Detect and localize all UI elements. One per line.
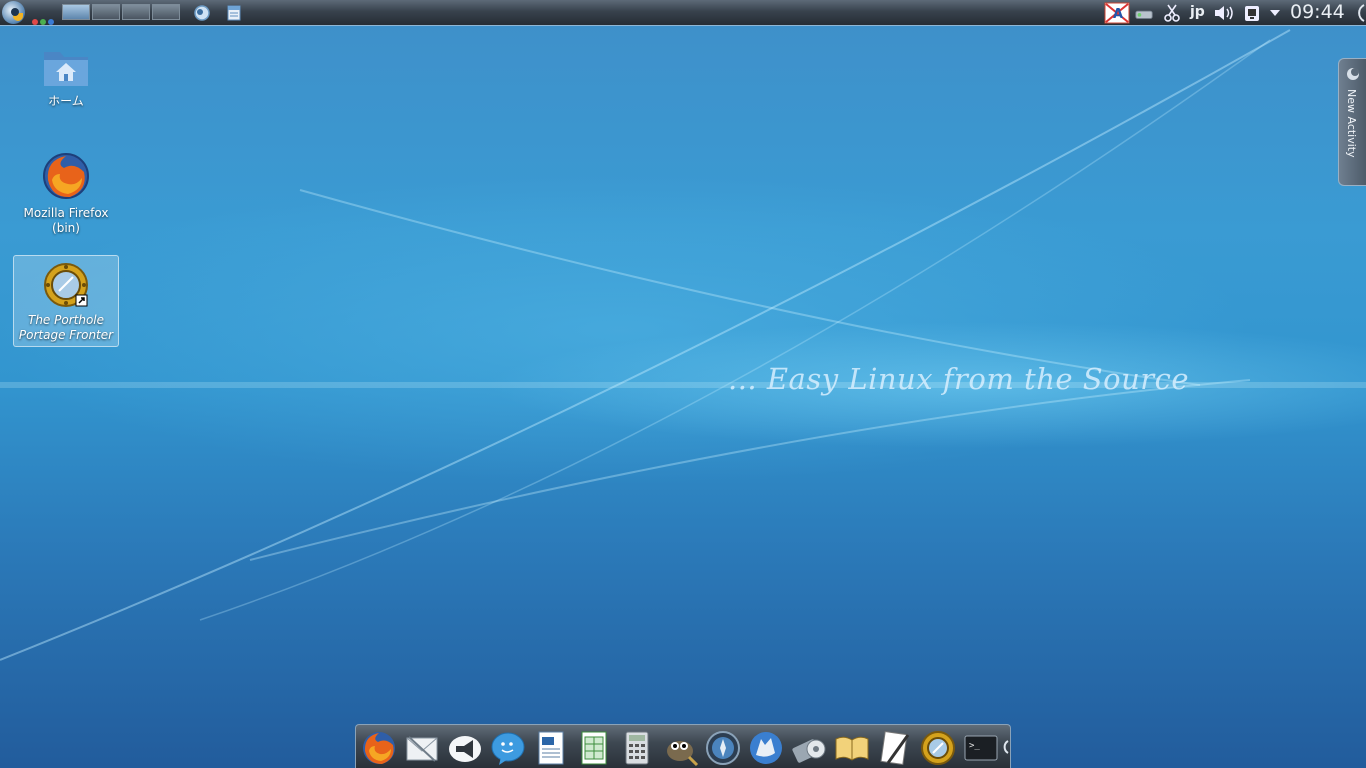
gimp-icon[interactable] xyxy=(661,729,699,767)
top-panel: A jp 09:44 xyxy=(0,0,1366,26)
red-dot-icon xyxy=(32,19,38,25)
porthole-icon[interactable] xyxy=(919,729,957,767)
mail-icon[interactable] xyxy=(403,729,441,767)
svg-text:A: A xyxy=(1113,7,1123,22)
desktop-1[interactable] xyxy=(62,4,90,20)
green-dot-icon xyxy=(40,19,46,25)
blue-dot-icon xyxy=(48,19,54,25)
firefox-icon xyxy=(43,153,89,199)
firefox-icon[interactable] xyxy=(360,729,398,767)
notes-icon[interactable] xyxy=(224,3,244,23)
virtual-desktop-pager[interactable] xyxy=(62,4,180,20)
chat-icon[interactable] xyxy=(489,729,527,767)
volume-icon[interactable] xyxy=(1213,3,1237,23)
desktop-2[interactable] xyxy=(92,4,120,20)
desktop-3[interactable] xyxy=(122,4,150,20)
desktop-icon-label: ホーム xyxy=(48,94,84,108)
new-activity-label: New Activity xyxy=(1345,89,1358,158)
compass-icon[interactable] xyxy=(704,729,742,767)
terminal-icon[interactable]: >_ xyxy=(962,729,1000,767)
porthole-icon xyxy=(44,263,88,307)
text-editor-icon[interactable] xyxy=(876,729,914,767)
desktop-4[interactable] xyxy=(152,4,180,20)
network-icon[interactable] xyxy=(1134,3,1154,23)
desktop-icon-porthole[interactable]: The Porthole Portage Fronter xyxy=(13,255,119,347)
expand-tray-icon[interactable] xyxy=(1268,5,1282,21)
dock-toolbox-icon[interactable] xyxy=(998,739,1010,755)
desktop-icon-home[interactable]: ホーム xyxy=(13,44,119,112)
media-player-icon[interactable] xyxy=(790,729,828,767)
home-folder-icon xyxy=(44,52,88,86)
desktop-icon-label-2: Portage Fronter xyxy=(18,328,114,342)
sabayon-icon[interactable] xyxy=(192,3,212,23)
window-control-dots[interactable] xyxy=(32,10,56,29)
desktop-icon-label-2: (bin) xyxy=(52,221,80,235)
calc-spreadsheet-icon[interactable] xyxy=(575,729,613,767)
announce-megaphone-icon[interactable] xyxy=(446,729,484,767)
input-method-indicator[interactable]: jp xyxy=(1190,4,1205,20)
panel-toolbox-icon[interactable] xyxy=(1350,3,1366,23)
writer-document-icon[interactable] xyxy=(532,729,570,767)
kopete-wolf-icon[interactable] xyxy=(747,729,785,767)
wallpaper-tagline: ... Easy Linux from the Source xyxy=(728,362,1190,396)
desktop-icon-firefox[interactable]: Mozilla Firefox (bin) xyxy=(13,150,119,236)
klipper-scissors-icon[interactable] xyxy=(1162,3,1182,23)
application-dock: >_ xyxy=(355,724,1011,768)
desktop-icon-label: Mozilla Firefox xyxy=(23,206,109,220)
dictionary-book-icon[interactable] xyxy=(833,729,871,767)
sabayon-kmenu-icon[interactable] xyxy=(2,1,25,24)
language-indicator-icon[interactable]: A xyxy=(1104,2,1130,24)
new-activity-tab[interactable]: New Activity xyxy=(1338,58,1366,186)
clock[interactable]: 09:44 xyxy=(1290,1,1345,23)
device-notifier-icon[interactable] xyxy=(1242,3,1262,23)
activity-toolbox-icon xyxy=(1347,68,1359,80)
svg-text:>_: >_ xyxy=(969,741,980,751)
desktop-icon-label: The Porthole xyxy=(27,313,104,327)
calculator-icon[interactable] xyxy=(618,729,656,767)
